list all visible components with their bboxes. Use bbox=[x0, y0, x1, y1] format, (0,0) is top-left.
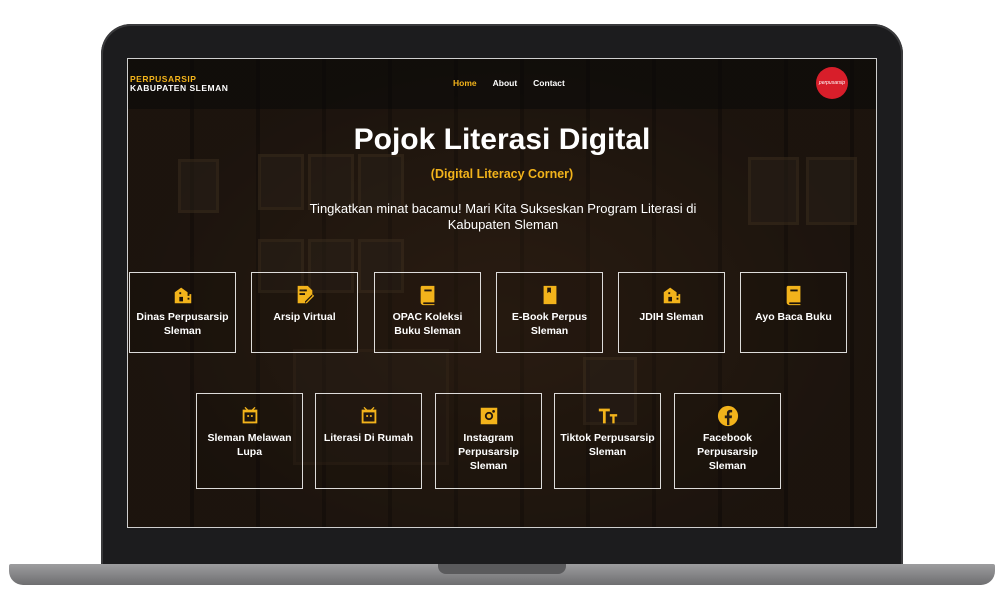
nav-home-link[interactable]: Home bbox=[453, 78, 477, 88]
card-label: Dinas Perpusarsip Sleman bbox=[136, 311, 229, 337]
browser-screen: PERPUSARSIP KABUPATEN SLEMAN Home About … bbox=[127, 58, 877, 528]
book-icon bbox=[786, 285, 800, 306]
card-instagram[interactable]: Instagram Perpusarsip Sleman bbox=[435, 393, 542, 489]
building-icon bbox=[174, 287, 191, 304]
card-arsip-virtual[interactable]: Arsip Virtual bbox=[251, 272, 358, 353]
card-facebook[interactable]: Facebook Perpusarsip Sleman bbox=[674, 393, 781, 489]
laptop-notch bbox=[438, 564, 566, 574]
page-title: Pojok Literasi Digital bbox=[353, 123, 651, 156]
card-ebook-perpus[interactable]: E-Book Perpus Sleman bbox=[496, 272, 603, 353]
card-label: Arsip Virtual bbox=[273, 311, 336, 323]
brand-line2: KABUPATEN SLEMAN bbox=[130, 83, 229, 93]
card-label: Instagram Perpusarsip Sleman bbox=[458, 432, 519, 472]
card-label: OPAC Koleksi Buku Sleman bbox=[392, 311, 463, 337]
tv-robot-icon bbox=[242, 406, 257, 424]
nav-menu: Home About Contact bbox=[453, 78, 565, 88]
book-icon bbox=[420, 285, 434, 306]
card-dinas-perpusarsip[interactable]: Dinas Perpusarsip Sleman bbox=[129, 272, 236, 353]
card-label: Literasi Di Rumah bbox=[323, 432, 414, 444]
facebook-icon bbox=[717, 405, 738, 427]
bookmark-book-icon bbox=[543, 285, 556, 305]
card-opac-koleksi[interactable]: OPAC Koleksi Buku Sleman bbox=[374, 272, 481, 353]
nav-contact-link[interactable]: Contact bbox=[533, 78, 565, 88]
card-label: Ayo Baca Buku bbox=[755, 311, 832, 323]
brand-logo-text[interactable]: PERPUSARSIP KABUPATEN SLEMAN bbox=[130, 75, 228, 93]
nav-about-link[interactable]: About bbox=[493, 78, 518, 88]
perpusarsip-logo[interactable]: perpusarsip bbox=[816, 67, 848, 99]
instagram-icon bbox=[480, 407, 497, 425]
page-subtitle: (Digital Literacy Corner) bbox=[430, 167, 574, 181]
card-label: E-Book Perpus Sleman bbox=[511, 311, 588, 337]
text-size-icon bbox=[598, 408, 617, 424]
card-label: JDIH Sleman bbox=[639, 311, 704, 323]
card-ayo-baca-buku[interactable]: Ayo Baca Buku bbox=[740, 272, 847, 353]
page-description: Tingkatkan minat bacamu! Mari Kita Sukse… bbox=[309, 201, 697, 232]
card-label: Tiktok Perpusarsip Sleman bbox=[560, 432, 655, 458]
card-sleman-melawan-lupa[interactable]: Sleman Melawan Lupa bbox=[196, 393, 303, 489]
tv-robot-icon bbox=[361, 406, 376, 424]
navbar: PERPUSARSIP KABUPATEN SLEMAN Home About … bbox=[128, 59, 876, 109]
card-jdih-sleman[interactable]: JDIH Sleman bbox=[618, 272, 725, 353]
card-tiktok[interactable]: Tiktok Perpusarsip Sleman bbox=[554, 393, 661, 489]
edit-document-icon bbox=[297, 285, 314, 304]
card-literasi-di-rumah[interactable]: Literasi Di Rumah bbox=[315, 393, 422, 489]
building-icon bbox=[663, 287, 680, 304]
card-label: Facebook Perpusarsip Sleman bbox=[697, 432, 758, 472]
card-label: Sleman Melawan Lupa bbox=[207, 432, 292, 458]
